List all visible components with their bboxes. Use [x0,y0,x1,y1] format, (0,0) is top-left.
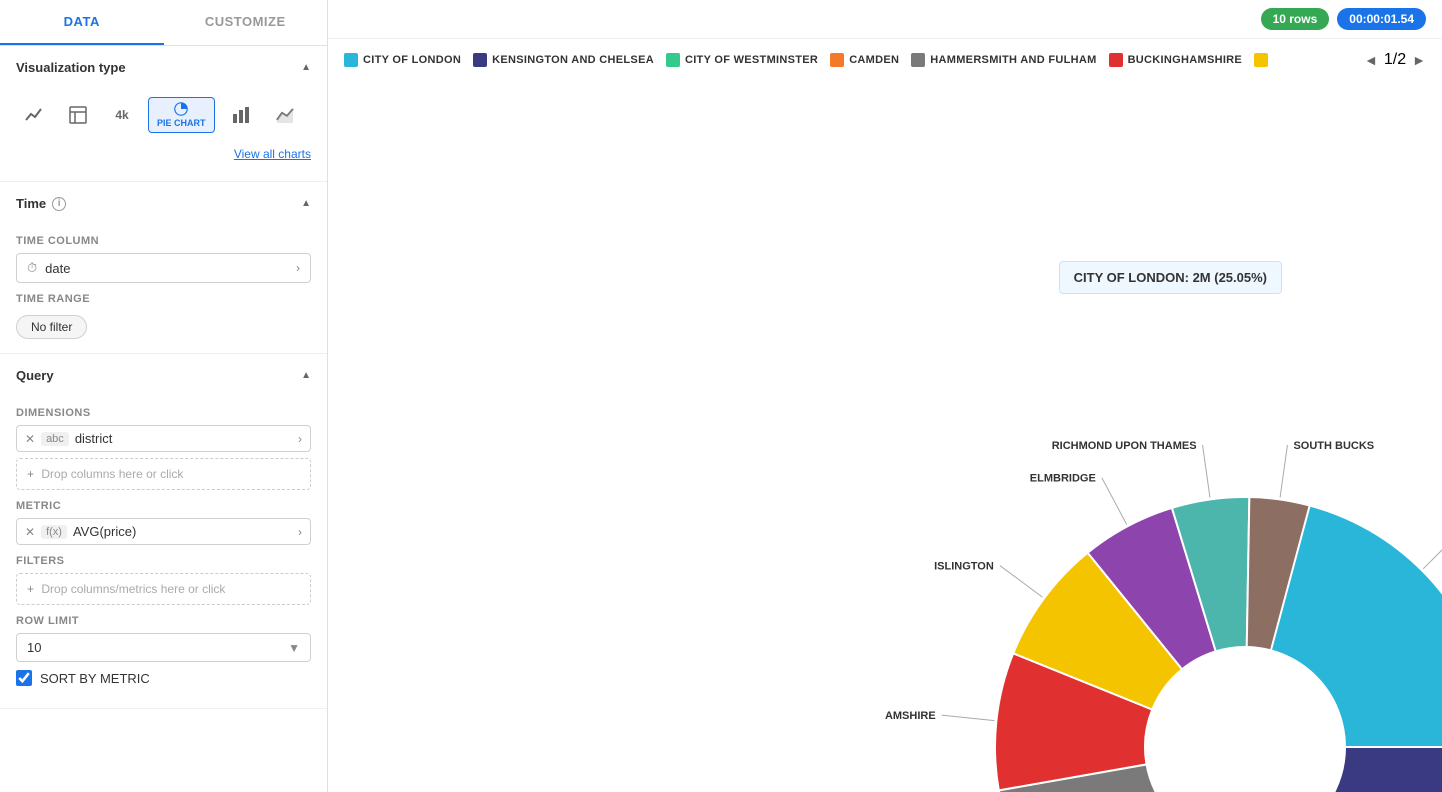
viz-icon-row: 4k PIE CHART [16,89,311,141]
time-column-arrow[interactable]: › [296,261,300,275]
svg-text:ISLINGTON: ISLINGTON [934,560,994,572]
legend-item-0: CITY OF LONDON [344,53,461,67]
area-chart-icon[interactable] [267,97,303,133]
time-title: Time i [16,196,66,211]
legend-label-5: BUCKINGHAMSHIRE [1128,54,1243,66]
legend-item-5: BUCKINGHAMSHIRE [1109,53,1243,67]
query-content: DIMENSIONS ✕ abc district › + Drop colum… [0,407,327,708]
row-limit-arrow: ▼ [288,641,300,655]
legend-color-3 [830,53,844,67]
rows-badge: 10 rows [1261,8,1330,30]
legend-label-3: CAMDEN [849,54,899,66]
filters-label: FILTERS [16,555,311,567]
dimension-type: abc [41,432,69,446]
table-icon[interactable] [60,97,96,133]
legend-color-1 [473,53,487,67]
sort-by-metric-row: SORT BY METRIC [16,662,311,694]
metric-tag: ✕ f(x) AVG(price) › [16,518,311,545]
viz-type-chevron: ▲ [301,62,311,73]
top-bar: 10 rows 00:00:01.54 [328,0,1442,39]
legend-page: 1/2 [1384,51,1406,69]
left-panel: DATA CUSTOMIZE Visualization type ▲ 4k [0,0,328,792]
bar-chart-icon[interactable] [223,97,259,133]
metric-arrow[interactable]: › [298,525,302,539]
time-info-icon[interactable]: i [52,197,66,211]
time-header[interactable]: Time i ▲ [0,182,327,225]
time-section: Time i ▲ TIME COLUMN ⏱ date › TIME RANGE… [0,182,327,354]
viz-type-content: 4k PIE CHART View all charts [0,89,327,181]
legend-color-extra [1254,53,1268,67]
viz-type-header[interactable]: Visualization type ▲ [0,46,327,89]
dimensions-placeholder: Drop columns here or click [41,467,183,481]
svg-text:BUCKINGHAMSHIRE: BUCKINGHAMSHIRE [885,710,936,722]
metric-label: METRIC [16,500,311,512]
time-range-label: TIME RANGE [16,293,311,305]
sort-by-metric-label: SORT BY METRIC [40,671,150,686]
line-chart-icon[interactable] [16,97,52,133]
legend-label-0: CITY OF LONDON [363,54,461,66]
query-header[interactable]: Query ▲ [0,354,327,397]
tab-customize[interactable]: CUSTOMIZE [164,0,328,45]
time-chevron: ▲ [301,198,311,209]
dimensions-drop-zone[interactable]: + Drop columns here or click [16,458,311,490]
row-limit-value: 10 [27,640,41,655]
drop-plus-icon: + [27,467,34,481]
legend-label-1: KENSINGTON AND CHELSEA [492,54,654,66]
tab-data[interactable]: DATA [0,0,164,45]
clock-icon: ⏱ [27,260,37,276]
time-column-label: TIME COLUMN [16,235,311,247]
dimension-remove[interactable]: ✕ [25,432,35,446]
time-content: TIME COLUMN ⏱ date › TIME RANGE No filte… [0,235,327,353]
time-badge: 00:00:01.54 [1337,8,1426,30]
metric-value: AVG(price) [73,524,292,539]
legend-label-2: CITY OF WESTMINSTER [685,54,818,66]
filters-plus-icon: + [27,582,34,596]
tabs: DATA CUSTOMIZE [0,0,327,46]
legend-nav: ◄ 1/2 ► [1364,51,1426,69]
query-chevron: ▲ [301,370,311,381]
svg-text:RICHMOND UPON THAMES: RICHMOND UPON THAMES [1052,439,1197,451]
dimensions-label: DIMENSIONS [16,407,311,419]
dimension-tag: ✕ abc district › [16,425,311,452]
metric-remove[interactable]: ✕ [25,525,35,539]
legend-label-4: HAMMERSMITH AND FULHAM [930,54,1096,66]
row-limit-select[interactable]: 10 ▼ [16,633,311,662]
legend-item-3: CAMDEN [830,53,899,67]
query-section: Query ▲ DIMENSIONS ✕ abc district › + Dr… [0,354,327,709]
legend-color-4 [911,53,925,67]
dimension-arrow[interactable]: › [298,432,302,446]
legend-item-1: KENSINGTON AND CHELSEA [473,53,654,67]
svg-text:SOUTH BUCKS: SOUTH BUCKS [1293,439,1374,451]
view-all-charts[interactable]: View all charts [16,141,311,167]
legend-item-4: HAMMERSMITH AND FULHAM [911,53,1096,67]
legend-item-2: CITY OF WESTMINSTER [666,53,818,67]
time-column-value: date [45,261,296,276]
legend-prev-btn[interactable]: ◄ [1364,52,1378,68]
legend: CITY OF LONDON KENSINGTON AND CHELSEA CI… [328,39,1442,81]
sort-by-metric-checkbox[interactable] [16,670,32,686]
legend-color-2 [666,53,680,67]
tooltip: CITY OF LONDON: 2M (25.05%) [1059,261,1282,294]
filters-drop-zone[interactable]: + Drop columns/metrics here or click [16,573,311,605]
metric-type: f(x) [41,525,67,539]
pie-chart-icon[interactable]: PIE CHART [148,97,215,133]
time-column-input[interactable]: ⏱ date › [16,253,311,283]
svg-text:ELMBRIDGE: ELMBRIDGE [1030,472,1096,484]
viz-type-section: Visualization type ▲ 4k PIE CHART [0,46,327,182]
row-limit-label: ROW LIMIT [16,615,311,627]
big-number-icon[interactable]: 4k [104,97,140,133]
chart-area: CITY OF LONDONKENSINGTON AND CHELSEACITY… [328,81,1442,792]
chart-labels: CITY OF LONDONKENSINGTON AND CHELSEACITY… [885,437,1442,792]
dimension-value: district [75,431,292,446]
badge-row: 10 rows 00:00:01.54 [1261,8,1426,30]
legend-color-5 [1109,53,1123,67]
no-filter-button[interactable]: No filter [16,315,87,339]
legend-color-0 [344,53,358,67]
filters-placeholder: Drop columns/metrics here or click [41,582,225,596]
viz-type-title: Visualization type [16,60,126,75]
query-title: Query [16,368,54,383]
pie-chart-label: PIE CHART [157,118,206,128]
right-panel: 10 rows 00:00:01.54 CITY OF LONDON KENSI… [328,0,1442,792]
legend-next-btn[interactable]: ► [1412,52,1426,68]
